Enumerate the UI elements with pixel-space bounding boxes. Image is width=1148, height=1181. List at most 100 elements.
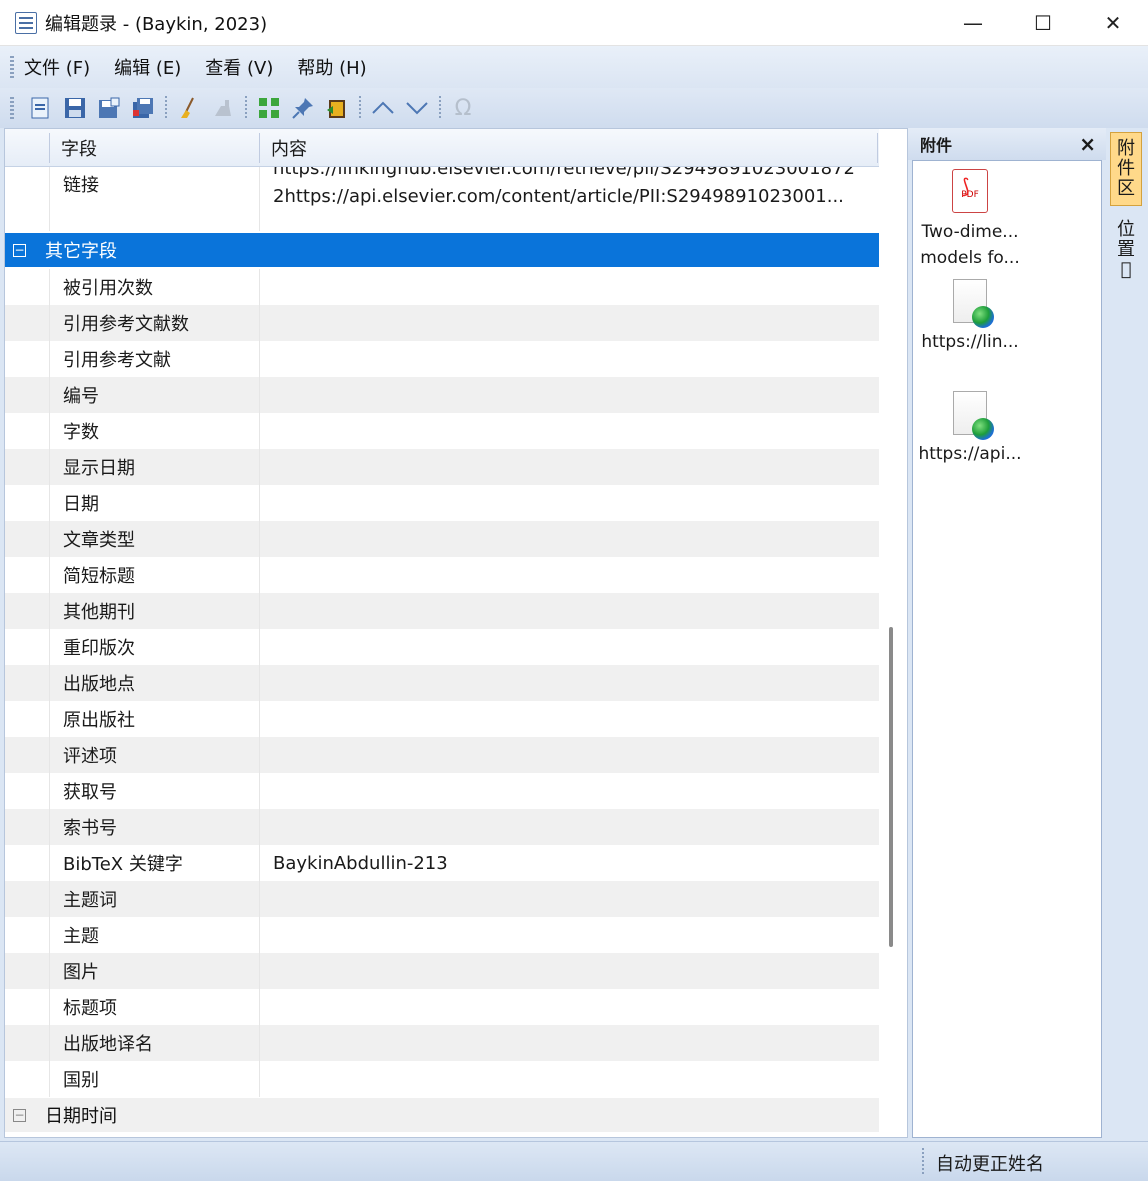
row-gutter — [49, 737, 50, 773]
field-row[interactable]: 国别 — [5, 1061, 879, 1097]
row-gutter — [49, 557, 50, 593]
menu-view[interactable]: 查看 (V) — [205, 54, 273, 80]
row-divider — [259, 845, 260, 881]
field-label: 出版地点 — [63, 674, 135, 695]
row-gutter — [49, 773, 50, 809]
window-controls: — ☐ ✕ — [938, 0, 1148, 46]
attachment-item-web[interactable]: https://api... — [913, 391, 1027, 467]
header-content[interactable]: 内容 — [271, 129, 307, 167]
attachment-close-icon[interactable]: × — [1079, 132, 1096, 156]
field-row[interactable]: 获取号 — [5, 773, 879, 809]
row-divider — [259, 665, 260, 701]
header-divider — [259, 133, 260, 163]
move-up-icon[interactable] — [370, 95, 396, 121]
row-gutter — [49, 449, 50, 485]
field-label: 简短标题 — [63, 566, 135, 587]
book-icon[interactable] — [324, 95, 350, 121]
save-icon[interactable] — [62, 95, 88, 121]
field-row[interactable]: 显示日期 — [5, 449, 879, 485]
attachment-item-pdf[interactable]: PDF Two-dime... models fo... — [913, 169, 1027, 271]
field-row[interactable]: 编号 — [5, 377, 879, 413]
field-label: 获取号 — [63, 782, 117, 803]
field-row[interactable]: 被引用次数 — [5, 269, 879, 305]
close-button[interactable]: ✕ — [1078, 0, 1148, 46]
attachment-item-web[interactable]: https://lin... — [913, 279, 1027, 355]
attachment-name-line1: https://api... — [918, 444, 1022, 464]
save-all-icon[interactable] — [130, 95, 156, 121]
save-as-icon[interactable] — [96, 95, 122, 121]
menu-edit[interactable]: 编辑 (E) — [114, 54, 181, 80]
tab-char: 件 — [1117, 158, 1135, 179]
field-row[interactable]: 引用参考文献 — [5, 341, 879, 377]
clean-disabled-icon — [210, 95, 236, 121]
field-row[interactable]: 主题词 — [5, 881, 879, 917]
field-label: 主题词 — [63, 890, 117, 911]
status-autocorrect-name[interactable]: 自动更正姓名 — [936, 1150, 1044, 1176]
row-divider — [259, 809, 260, 845]
field-row[interactable]: 出版地点 — [5, 665, 879, 701]
link-row[interactable]: 链接 https://linkinghub.elsevier.com/retri… — [5, 167, 879, 231]
header-field[interactable]: 字段 — [61, 129, 97, 167]
field-row[interactable]: 日期 — [5, 485, 879, 521]
field-label: 显示日期 — [63, 458, 135, 479]
link-content[interactable]: https://linkinghub.elsevier.com/retrieve… — [273, 167, 855, 211]
field-row[interactable]: 图片 — [5, 953, 879, 989]
group-label: 其它字段 — [45, 241, 117, 262]
link-line-1: https://linkinghub.elsevier.com/retrieve… — [273, 167, 855, 179]
attachment-title: 附件 — [920, 136, 953, 155]
grid-icon[interactable] — [256, 95, 282, 121]
toolbar-grip[interactable] — [10, 97, 14, 119]
grid-header: 字段 内容 — [5, 129, 879, 167]
row-gutter — [49, 305, 50, 341]
pin-icon[interactable] — [290, 95, 316, 121]
row-gutter — [49, 881, 50, 917]
field-row[interactable]: 其他期刊 — [5, 593, 879, 629]
move-down-icon[interactable] — [404, 95, 430, 121]
field-row[interactable]: 文章类型 — [5, 521, 879, 557]
collapse-toggle[interactable]: − — [13, 1108, 26, 1122]
field-row[interactable]: 引用参考文献数 — [5, 305, 879, 341]
field-row[interactable]: 简短标题 — [5, 557, 879, 593]
menu-file[interactable]: 文件 (F) — [24, 54, 90, 80]
field-row[interactable]: BibTeX 关键字 BaykinAbdullin-213 — [5, 845, 879, 881]
new-record-icon[interactable] — [28, 95, 54, 121]
field-row[interactable]: 原出版社 — [5, 701, 879, 737]
field-value[interactable]: BaykinAbdullin-213 — [273, 853, 448, 874]
menu-help[interactable]: 帮助 (H) — [297, 54, 366, 80]
row-divider — [259, 377, 260, 413]
tab-location[interactable]: 位 置 𢀳 — [1110, 214, 1142, 286]
maximize-button[interactable]: ☐ — [1008, 0, 1078, 46]
field-row[interactable]: 出版地译名 — [5, 1025, 879, 1061]
collapse-toggle[interactable]: − — [13, 243, 26, 257]
field-label: 标题项 — [63, 998, 117, 1019]
row-divider — [259, 593, 260, 629]
toolbar-separator — [359, 96, 361, 120]
field-row[interactable]: 主题 — [5, 917, 879, 953]
row-gutter — [49, 665, 50, 701]
attachment-name-line1: Two-dime... — [921, 222, 1019, 242]
row-gutter — [49, 593, 50, 629]
row-divider — [259, 341, 260, 377]
group-other-fields[interactable]: − 其它字段 — [5, 233, 879, 267]
field-row[interactable]: 字数 — [5, 413, 879, 449]
side-tabs: 附 件 区 位 置 𢀳 — [1106, 128, 1148, 1140]
field-row[interactable]: 评述项 — [5, 737, 879, 773]
clean-icon[interactable] — [176, 95, 202, 121]
field-row[interactable]: 重印版次 — [5, 629, 879, 665]
field-row[interactable]: 标题项 — [5, 989, 879, 1025]
window-title: 编辑题录 - (Baykin, 2023) — [45, 13, 268, 35]
row-gutter — [49, 413, 50, 449]
field-row[interactable]: 索书号 — [5, 809, 879, 845]
vertical-scrollbar[interactable] — [889, 627, 893, 947]
row-divider — [259, 557, 260, 593]
field-label: 链接 — [63, 175, 99, 196]
header-divider — [877, 133, 878, 163]
row-divider — [259, 989, 260, 1025]
row-gutter — [49, 269, 50, 305]
tab-attachments[interactable]: 附 件 区 — [1110, 132, 1142, 206]
toolbar: Ω — [0, 88, 1148, 128]
minimize-button[interactable]: — — [938, 0, 1008, 46]
web-link-icon — [953, 279, 994, 328]
menu-grip[interactable] — [10, 56, 14, 78]
group-date-time[interactable]: − 日期时间 — [5, 1098, 879, 1132]
